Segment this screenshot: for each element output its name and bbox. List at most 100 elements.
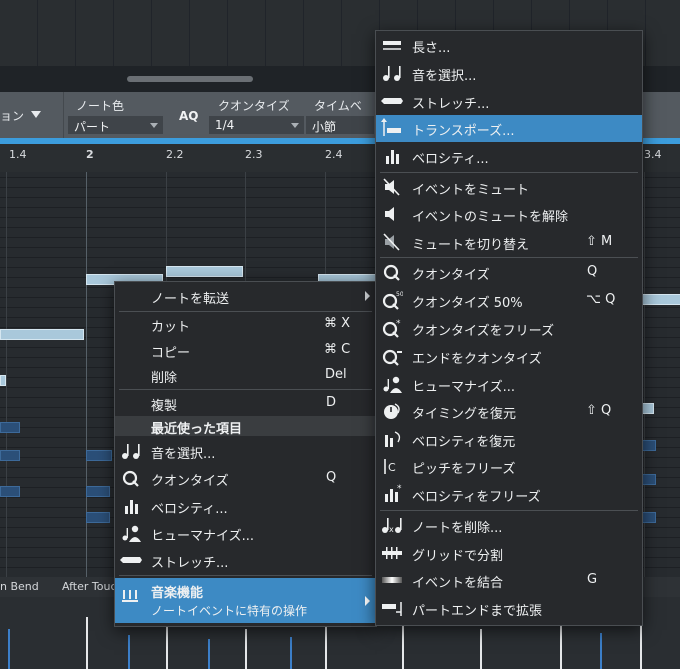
menu-divider bbox=[119, 575, 372, 576]
ruler-tick: 1.4 bbox=[9, 148, 27, 161]
menu-item-quantize-end[interactable]: エンドをクオンタイズ bbox=[376, 343, 642, 370]
menu-item-label: カット bbox=[151, 320, 191, 335]
velocity-bar[interactable] bbox=[166, 625, 168, 669]
menu-item-label: ストレッチ... bbox=[412, 97, 490, 112]
velocity-bar[interactable] bbox=[325, 621, 327, 669]
menu-item-shortcut: ⌘ C bbox=[324, 342, 351, 357]
quantize-end-icon bbox=[381, 346, 403, 366]
menu-item-label: クオンタイズ bbox=[412, 268, 490, 283]
menu-item-label: パートエンドまで拡張 bbox=[412, 604, 543, 619]
tab-after-touch[interactable]: After Touc bbox=[62, 580, 117, 593]
menu-item-shortcut: Q bbox=[587, 264, 598, 279]
notes-icon bbox=[120, 441, 142, 461]
menu-item-stretch[interactable]: ストレッチ... bbox=[115, 547, 376, 574]
menu-item-velocity[interactable]: ベロシティ... bbox=[376, 143, 642, 170]
velocity-bar[interactable] bbox=[402, 625, 404, 669]
menu-item-select-notes[interactable]: 音を選択... bbox=[376, 60, 642, 87]
menu-item-shortcut: Q bbox=[326, 470, 337, 485]
note-event[interactable] bbox=[86, 450, 112, 461]
note-color-label: ノート色 bbox=[76, 99, 125, 113]
ruler-tick: 2.4 bbox=[325, 148, 343, 161]
tab-pitch-bend[interactable]: n Bend bbox=[0, 580, 39, 593]
scrollbar-thumb[interactable] bbox=[127, 76, 253, 82]
menu-item-label: タイミングを復元 bbox=[412, 407, 517, 422]
menu-item-freeze-pitch[interactable]: C ピッチをフリーズ bbox=[376, 453, 642, 480]
menu-item-freeze-velocity[interactable]: * ベロシティをフリーズ bbox=[376, 481, 642, 508]
velocity-bar[interactable] bbox=[86, 617, 88, 669]
menu-item-transfer-notes[interactable]: ノートを転送 bbox=[115, 283, 376, 310]
menu-item-duplicate[interactable]: 複製 D bbox=[115, 390, 376, 417]
merge-events-icon bbox=[381, 570, 403, 590]
menu-item-quantize-50[interactable]: 50 クオンタイズ 50% ⌥ Q bbox=[376, 287, 642, 314]
menu-item-humanize[interactable]: ヒューマナイズ... bbox=[115, 520, 376, 547]
menu-item-humanize[interactable]: ヒューマナイズ... bbox=[376, 371, 642, 398]
music-functions-submenu: 長さ... 音を選択... ストレッチ... トランスポーズ... ベロシティ.… bbox=[375, 30, 643, 626]
menu-item-stretch[interactable]: ストレッチ... bbox=[376, 88, 642, 115]
aq-button[interactable]: AQ bbox=[179, 109, 199, 123]
velocity-bar[interactable] bbox=[208, 639, 210, 669]
menu-item-split-at-grid[interactable]: グリッドで分割 bbox=[376, 540, 642, 567]
menu-item-label: ベロシティ... bbox=[151, 502, 228, 517]
menu-item-mute-events[interactable]: イベントをミュート bbox=[376, 174, 642, 201]
restore-velocity-icon bbox=[381, 429, 403, 449]
menu-item-label: ヒューマナイズ... bbox=[151, 529, 255, 544]
note-event[interactable] bbox=[166, 266, 243, 277]
menu-item-length[interactable]: 長さ... bbox=[376, 32, 642, 59]
menu-item-delete-notes[interactable]: x ノートを削除... bbox=[376, 512, 642, 539]
menu-item-toggle-mute[interactable]: ミュートを切り替え ⇧ M bbox=[376, 229, 642, 256]
menu-item-select-notes[interactable]: 音を選択... bbox=[115, 438, 376, 465]
note-event[interactable] bbox=[0, 329, 84, 340]
note-event[interactable] bbox=[0, 450, 20, 461]
timebase-select[interactable]: 小節 bbox=[306, 116, 374, 134]
menu-item-transpose[interactable]: トランスポーズ... bbox=[376, 115, 642, 142]
extend-to-part-end-icon bbox=[381, 598, 403, 618]
menu-item-unmute-events[interactable]: イベントのミュートを解除 bbox=[376, 201, 642, 228]
note-event[interactable] bbox=[0, 375, 6, 386]
menu-item-freeze-quantize[interactable]: * クオンタイズをフリーズ bbox=[376, 315, 642, 342]
menu-item-label: ミュートを切り替え bbox=[412, 238, 530, 253]
stretch-icon bbox=[120, 550, 142, 570]
menu-item-shortcut: D bbox=[326, 395, 337, 410]
velocity-bar[interactable] bbox=[600, 633, 602, 669]
beat-line bbox=[6, 172, 7, 577]
menu-item-quantize[interactable]: クオンタイズ Q bbox=[115, 465, 376, 492]
note-event[interactable] bbox=[640, 294, 680, 305]
restore-timing-icon bbox=[381, 401, 403, 421]
menu-item-shortcut: Del bbox=[325, 367, 347, 382]
menu-item-label: ヒューマナイズ... bbox=[412, 380, 516, 395]
note-event[interactable] bbox=[0, 486, 20, 497]
recent-items-label: 最近使った項目 bbox=[151, 422, 243, 437]
menu-item-label: イベントのミュートを解除 bbox=[412, 210, 569, 225]
note-color-value: パート bbox=[74, 120, 111, 134]
velocity-bar[interactable] bbox=[560, 623, 562, 669]
menu-item-velocity[interactable]: ベロシティ... bbox=[115, 493, 376, 520]
velocity-bar[interactable] bbox=[640, 619, 642, 669]
note-color-select[interactable]: パート bbox=[68, 116, 163, 134]
mode-dropdown-icon[interactable] bbox=[31, 111, 41, 118]
velocity-bar[interactable] bbox=[8, 629, 10, 669]
menu-item-label: クオンタイズ 50% bbox=[412, 296, 523, 311]
note-event[interactable] bbox=[0, 422, 20, 433]
toggle-mute-icon bbox=[381, 232, 403, 252]
note-event[interactable] bbox=[86, 512, 110, 523]
quantize-select[interactable]: 1/4 bbox=[209, 116, 304, 134]
velocity-bar[interactable] bbox=[128, 635, 130, 669]
menu-item-restore-velocity[interactable]: ベロシティを復元 bbox=[376, 426, 642, 453]
menu-item-extend-to-part-end[interactable]: パートエンドまで拡張 bbox=[376, 595, 642, 622]
velocity-bar[interactable] bbox=[290, 637, 292, 669]
velocity-bar[interactable] bbox=[245, 629, 247, 669]
velocity-bar[interactable] bbox=[480, 629, 482, 669]
delete-notes-icon: x bbox=[381, 515, 403, 535]
menu-item-delete[interactable]: 削除 Del bbox=[115, 362, 376, 389]
quantize-icon bbox=[381, 262, 403, 282]
velocity-icon bbox=[120, 496, 142, 516]
menu-item-music-functions[interactable]: 音楽機能 ノートイベントに特有の操作 bbox=[115, 578, 376, 623]
menu-item-copy[interactable]: コピー ⌘ C bbox=[115, 337, 376, 364]
menu-item-quantize[interactable]: クオンタイズ Q bbox=[376, 259, 642, 286]
menu-item-merge-events[interactable]: イベントを結合 G bbox=[376, 567, 642, 594]
menu-item-shortcut: ⇧ M bbox=[586, 234, 613, 249]
note-event[interactable] bbox=[86, 486, 110, 497]
menu-item-cut[interactable]: カット ⌘ X bbox=[115, 311, 376, 338]
humanize-icon bbox=[120, 523, 142, 543]
menu-item-restore-timing[interactable]: タイミングを復元 ⇧ Q bbox=[376, 398, 642, 425]
